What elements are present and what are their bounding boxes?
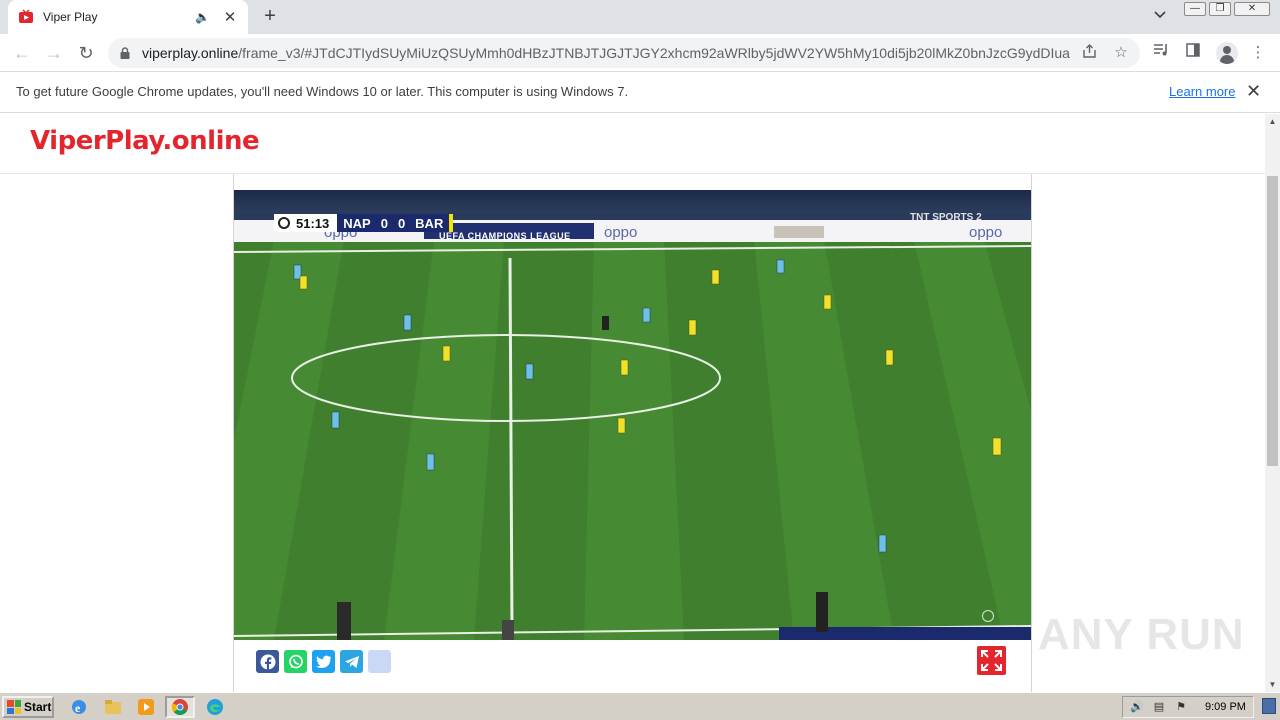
facebook-share-button[interactable] <box>256 650 279 673</box>
home-score: 0 <box>380 215 388 231</box>
learn-more-link[interactable]: Learn more <box>1169 84 1235 99</box>
facebook-icon <box>260 654 275 670</box>
scroll-up-arrow-icon[interactable]: ▲ <box>1268 117 1277 126</box>
windows-logo-icon <box>7 700 21 714</box>
back-button[interactable]: ← <box>10 41 34 65</box>
svg-text:oppo: oppo <box>604 224 637 241</box>
more-share-button[interactable] <box>368 650 391 673</box>
tab-title: Viper Play <box>43 10 98 24</box>
web-page: ViperPlay.online oppo oppo oppo 51:13 NA… <box>0 114 1265 692</box>
media-control-icon[interactable] <box>1151 43 1171 63</box>
scroll-down-arrow-icon[interactable]: ▼ <box>1268 680 1277 689</box>
lock-icon[interactable] <box>120 47 130 59</box>
page-scrollbar[interactable]: ▲ ▼ <box>1265 114 1280 692</box>
svg-text:oppo: oppo <box>969 224 1002 241</box>
anyrun-watermark: ANY RUN <box>1038 610 1245 659</box>
football-pitch-frame: oppo oppo oppo <box>234 190 1031 640</box>
bookmark-star-icon[interactable]: ☆ <box>1112 44 1130 62</box>
start-label: Start <box>24 700 52 714</box>
update-infobar: To get future Google Chrome updates, you… <box>0 72 1280 113</box>
reload-button[interactable]: ↻ <box>74 41 98 65</box>
match-time: 51:13 <box>296 215 330 231</box>
scorebug: 51:13 NAP 0 0 BAR <box>274 214 454 232</box>
edge-icon[interactable] <box>204 696 226 718</box>
chrome-taskbar-button[interactable] <box>165 696 195 718</box>
loading-indicator-icon <box>982 610 994 622</box>
system-tray: 🔊 ▤ ⚑ 9:09 PM <box>1122 696 1254 718</box>
minimize-window-button[interactable]: — <box>1184 2 1206 16</box>
address-bar[interactable]: viperplay.online/frame_v3/#JTdCJTIydSUyM… <box>108 38 1140 68</box>
player-container: oppo oppo oppo 51:13 NAP 0 0 BAR UEFA CH… <box>233 174 1032 692</box>
browser-tab[interactable]: Viper Play 🔈 ✕ <box>8 0 248 34</box>
url-text[interactable]: viperplay.online/frame_v3/#JTdCJTIydSUyM… <box>142 45 1070 61</box>
network-icon[interactable]: ▤ <box>1151 700 1167 714</box>
broadcaster-logo: TNT SPORTS 2 <box>910 212 982 223</box>
chrome-icon <box>171 699 188 715</box>
forward-button[interactable]: → <box>42 41 66 65</box>
viperplay-favicon-icon <box>19 9 33 23</box>
video-player[interactable]: oppo oppo oppo 51:13 NAP 0 0 BAR UEFA CH… <box>234 190 1031 640</box>
twitter-share-button[interactable] <box>312 650 335 673</box>
tab-search-chevron-icon[interactable] <box>1150 8 1170 26</box>
internet-explorer-icon[interactable]: e <box>68 696 90 718</box>
new-tab-button[interactable]: + <box>258 5 282 29</box>
site-logo[interactable]: ViperPlay.online <box>30 126 260 156</box>
close-tab-icon[interactable]: ✕ <box>222 8 238 26</box>
site-header: ViperPlay.online <box>0 114 1265 174</box>
start-button[interactable]: Start <box>2 696 54 718</box>
fullscreen-button[interactable] <box>977 646 1006 675</box>
action-center-flag-icon[interactable]: ⚑ <box>1173 700 1189 714</box>
fullscreen-icon <box>981 650 1002 671</box>
home-team: NAP <box>343 215 371 231</box>
side-panel-icon[interactable] <box>1183 43 1203 63</box>
football-icon <box>278 217 290 229</box>
file-explorer-icon[interactable] <box>102 696 124 718</box>
svg-text:e: e <box>75 701 81 715</box>
infobar-message: To get future Google Chrome updates, you… <box>16 84 629 99</box>
close-window-button[interactable]: ✕ <box>1234 2 1270 16</box>
match-clock: 51:13 <box>274 214 338 232</box>
share-buttons <box>256 650 391 673</box>
away-team: BAR <box>415 215 444 231</box>
profile-avatar-icon[interactable] <box>1216 42 1238 64</box>
speaker-icon[interactable]: 🔈 <box>195 10 210 24</box>
restore-window-button[interactable]: ❐ <box>1209 2 1231 16</box>
telegram-icon <box>344 655 359 668</box>
score-teams: NAP 0 0 BAR <box>337 214 454 232</box>
volume-icon[interactable]: 🔊 <box>1129 700 1145 714</box>
kebab-menu-icon[interactable]: ⋮ <box>1248 43 1268 63</box>
away-score: 0 <box>397 215 406 231</box>
url-path: /frame_v3/#JTdCJTIydSUyMiUzQSUyMmh0dHBzJ… <box>238 45 1070 61</box>
close-infobar-icon[interactable]: ✕ <box>1246 81 1261 102</box>
taskbar-clock[interactable]: 9:09 PM <box>1205 701 1246 713</box>
tab-strip: Viper Play 🔈 ✕ + — ❐ ✕ <box>0 0 1280 34</box>
twitter-icon <box>315 655 331 668</box>
share-page-icon[interactable] <box>1080 44 1098 62</box>
scroll-thumb[interactable] <box>1267 176 1278 466</box>
browser-toolbar: ← → ↻ viperplay.online/frame_v3/#JTdCJTI… <box>0 34 1280 72</box>
url-host: viperplay.online <box>142 45 239 61</box>
show-desktop-button[interactable] <box>1262 698 1276 714</box>
telegram-share-button[interactable] <box>340 650 363 673</box>
whatsapp-share-button[interactable] <box>284 650 307 673</box>
competition-label: UEFA CHAMPIONS LEAGUE <box>439 231 571 241</box>
media-player-icon[interactable] <box>135 696 157 718</box>
windows-taskbar: Start e 🔊 ▤ ⚑ 9:09 PM <box>0 692 1280 720</box>
whatsapp-icon <box>288 654 303 668</box>
